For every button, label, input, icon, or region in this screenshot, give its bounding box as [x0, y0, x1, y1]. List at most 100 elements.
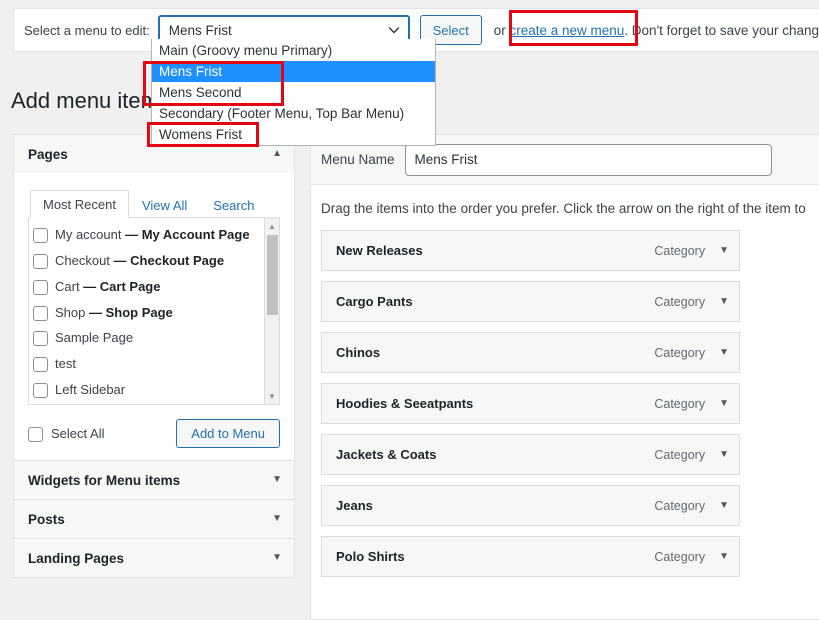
menu-item-title: Polo Shirts: [336, 549, 405, 564]
list-item[interactable]: Sample Page: [33, 329, 257, 348]
select-all-label: Select All: [51, 426, 105, 441]
add-menu-items-column: Pages ▲ Most Recent View All Search My a…: [13, 134, 295, 578]
menu-item-title: Cargo Pants: [336, 294, 413, 309]
menu-select-options-list[interactable]: Main (Groovy menu Primary) Mens Frist Me…: [151, 39, 436, 146]
table-row[interactable]: Jeans Category ▼: [321, 485, 740, 526]
page-sublabel: — Checkout Page: [113, 252, 225, 268]
caret-down-icon[interactable]: ▼: [272, 475, 282, 485]
menu-structure-column: Menu Name Drag the items into the order …: [310, 134, 819, 620]
widgets-panel: Widgets for Menu items ▼: [13, 460, 295, 500]
pages-panel-body: Most Recent View All Search My account —…: [14, 173, 294, 460]
menu-name-input[interactable]: [404, 143, 772, 176]
widgets-panel-title: Widgets for Menu items: [28, 472, 181, 488]
wordpress-menus-screen: Add menu items Select a menu to edit: Me…: [0, 0, 819, 620]
list-item[interactable]: My account — My Account Page: [33, 226, 257, 245]
menu-item-type: Category: [654, 345, 706, 360]
pages-panel-footer: Select All Add to Menu: [28, 419, 280, 448]
list-item[interactable]: Shop — Shop Page: [33, 304, 257, 323]
pages-list-scrollbar[interactable]: ▲ ▼: [264, 218, 279, 404]
page-checkbox[interactable]: [33, 357, 48, 373]
menu-item-title: Jackets & Coats: [336, 447, 437, 462]
list-item[interactable]: Cart — Cart Page: [33, 278, 257, 297]
menu-item-title: Jeans: [336, 498, 373, 513]
caret-down-icon[interactable]: ▼: [719, 347, 729, 358]
page-checkbox[interactable]: [33, 253, 48, 269]
page-title: Add menu items: [11, 88, 170, 113]
page-checkbox[interactable]: [33, 331, 48, 347]
chevron-down-icon: [388, 24, 400, 36]
menu-item-type: Category: [654, 243, 706, 258]
caret-down-icon[interactable]: ▼: [719, 449, 729, 460]
tab-view-all[interactable]: View All: [129, 191, 200, 218]
tab-search[interactable]: Search: [200, 191, 267, 218]
table-row[interactable]: Cargo Pants Category ▼: [321, 281, 740, 322]
page-label: Cart: [55, 278, 84, 294]
page-checkbox[interactable]: [33, 305, 48, 321]
page-label: Shop: [55, 304, 89, 320]
posts-panel-header[interactable]: Posts ▼: [14, 500, 294, 538]
table-row[interactable]: Hoodies & Seeatpants Category ▼: [321, 383, 740, 424]
page-checkbox[interactable]: [33, 228, 48, 243]
menu-item-type: Category: [654, 294, 706, 309]
landing-pages-panel-header[interactable]: Landing Pages ▼: [14, 539, 294, 577]
table-row[interactable]: Polo Shirts Category ▼: [321, 536, 740, 577]
widgets-panel-header[interactable]: Widgets for Menu items ▼: [14, 461, 294, 499]
dropdown-option-mens-second[interactable]: Mens Second: [152, 82, 435, 103]
page-label: test: [55, 356, 76, 372]
landing-pages-panel-title: Landing Pages: [28, 550, 125, 566]
list-item[interactable]: Checkout — Checkout Page: [33, 252, 257, 271]
scroll-down-arrow-icon[interactable]: ▼: [265, 389, 279, 403]
caret-down-icon[interactable]: ▼: [719, 296, 729, 307]
table-row[interactable]: Jackets & Coats Category ▼: [321, 434, 740, 475]
dropdown-option-womens-frist[interactable]: Womens Frist: [152, 124, 435, 145]
dropdown-option-secondary[interactable]: Secondary (Footer Menu, Top Bar Menu): [152, 103, 435, 124]
scroll-up-arrow-icon[interactable]: ▲: [265, 219, 279, 233]
add-to-menu-button[interactable]: Add to Menu: [176, 419, 280, 448]
table-row[interactable]: New Releases Category ▼: [321, 230, 740, 271]
caret-down-icon[interactable]: ▼: [272, 553, 282, 563]
select-menu-label: Select a menu to edit:: [24, 22, 150, 38]
list-item[interactable]: Left Sidebar: [33, 381, 257, 400]
caret-down-icon[interactable]: ▼: [719, 551, 729, 562]
pages-list-items: My account — My Account Page Checkout — …: [29, 218, 279, 404]
menu-name-label: Menu Name: [321, 152, 395, 167]
caret-down-icon[interactable]: ▼: [719, 398, 729, 409]
caret-up-icon[interactable]: ▲: [272, 149, 282, 159]
dropdown-option-main[interactable]: Main (Groovy menu Primary): [152, 40, 435, 61]
table-row[interactable]: Chinos Category ▼: [321, 332, 740, 373]
caret-down-icon[interactable]: ▼: [719, 500, 729, 511]
create-new-menu-link[interactable]: create a new menu: [509, 23, 624, 38]
tab-most-recent[interactable]: Most Recent: [30, 190, 129, 218]
pages-checkbox-list: My account — My Account Page Checkout — …: [28, 218, 280, 405]
caret-down-icon[interactable]: ▼: [272, 514, 282, 524]
create-menu-text: or create a new menu. Don't forget to sa…: [494, 23, 819, 38]
dropdown-option-mens-frist[interactable]: Mens Frist: [152, 61, 435, 82]
menu-items-body: Drag the items into the order you prefer…: [311, 185, 819, 577]
pages-panel: Pages ▲ Most Recent View All Search My a…: [13, 134, 295, 461]
menu-item-title: New Releases: [336, 243, 423, 258]
page-checkbox[interactable]: [33, 383, 48, 399]
or-text: or: [493, 22, 510, 38]
posts-panel-title: Posts: [28, 511, 65, 527]
page-checkbox[interactable]: [33, 279, 48, 295]
select-all-control[interactable]: Select All: [28, 425, 104, 442]
list-item[interactable]: test: [33, 355, 257, 374]
page-sublabel: — Shop Page: [88, 304, 173, 320]
drag-instructions: Drag the items into the order you prefer…: [321, 201, 807, 216]
page-label: Checkout: [55, 252, 114, 268]
select-all-checkbox[interactable]: [28, 427, 43, 442]
menu-item-type: Category: [654, 498, 706, 513]
caret-down-icon[interactable]: ▼: [719, 245, 729, 256]
scrollbar-thumb[interactable]: [267, 235, 278, 315]
pages-tabs: Most Recent View All Search: [28, 189, 280, 218]
landing-pages-panel: Landing Pages ▼: [13, 538, 295, 578]
menu-item-title: Chinos: [336, 345, 381, 360]
page-sublabel: — My Account Page: [125, 227, 250, 242]
posts-panel: Posts ▼: [13, 499, 295, 539]
menu-item-title: Hoodies & Seeatpants: [336, 396, 474, 411]
pages-panel-title: Pages: [28, 146, 68, 162]
menu-select-value: Mens Frist: [168, 22, 232, 38]
save-reminder-text: . Don't forget to save your chang: [624, 22, 819, 38]
page-sublabel: — Cart Page: [83, 278, 161, 294]
menu-item-type: Category: [654, 396, 706, 411]
